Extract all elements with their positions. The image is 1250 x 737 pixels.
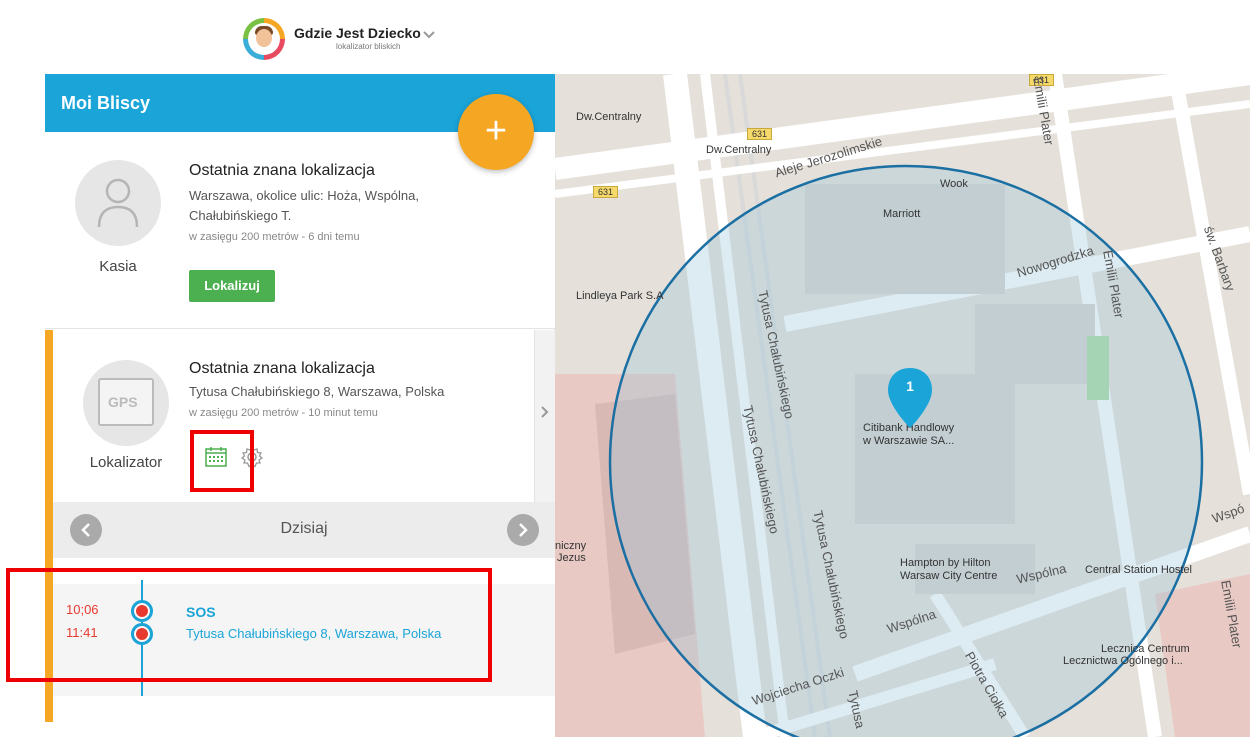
map-label-poi[interactable]: Lindleya Park S.A: [576, 290, 663, 302]
day-label: Dzisiaj: [280, 520, 328, 537]
calendar-highlight-box: [190, 430, 254, 492]
location-address: Tytusa Chałubińskiego 8, Warszawa, Polsk…: [189, 384, 445, 399]
map-view[interactable]: 631 631 631 Dw.Centralny Dw.Centralny Al…: [555, 74, 1250, 737]
map-label-poi[interactable]: Central Station Hostel: [1085, 564, 1192, 576]
contact-name: Lokalizator: [89, 454, 163, 471]
avatar: [75, 160, 161, 246]
card-expand-handle[interactable]: [534, 330, 555, 502]
location-meta: w zasięgu 200 metrów - 10 minut temu: [189, 407, 378, 419]
location-title: Ostatnia znana lokalizacja: [189, 162, 375, 179]
chevron-right-icon: [519, 523, 528, 537]
gps-label: GPS: [108, 394, 138, 410]
map-label-poi[interactable]: niczny: [555, 540, 586, 552]
locate-button[interactable]: Lokalizuj: [189, 270, 275, 302]
location-pin-icon[interactable]: [884, 366, 936, 430]
brand-subtitle: lokalizator bliskich: [336, 42, 401, 51]
road-number-badge: 631: [593, 186, 619, 198]
location-meta: w zasięgu 200 metrów - 6 dni temu: [189, 231, 360, 243]
add-contact-button[interactable]: +: [458, 94, 534, 170]
location-address-line2: Chałubińskiego T.: [189, 208, 292, 223]
logo-face-icon: [248, 23, 280, 55]
map-label-poi[interactable]: w Warszawie SA...: [863, 435, 954, 447]
map-label-poi[interactable]: Hampton by Hilton: [900, 557, 991, 569]
contact-name: Kasia: [99, 258, 137, 275]
app-logo[interactable]: [243, 18, 285, 60]
pin-label: 1: [906, 378, 914, 394]
next-day-button[interactable]: [507, 514, 539, 546]
location-address-line1: Warszawa, okolice ulic: Hoża, Wspólna,: [189, 188, 419, 203]
map-label-poi[interactable]: Wook: [940, 178, 968, 190]
map-label-poi[interactable]: Lecznictwa Ogólnego i...: [1063, 655, 1183, 667]
road-number-badge: 631: [747, 128, 773, 140]
map-label-poi[interactable]: Warsaw City Centre: [900, 570, 997, 582]
user-icon: [97, 178, 139, 228]
day-navigator: Dzisiaj: [53, 502, 555, 558]
chevron-down-icon[interactable]: [422, 27, 436, 41]
map-label-poi[interactable]: Jezus: [557, 552, 586, 564]
avatar: GPS: [83, 360, 169, 446]
gps-device-icon: GPS: [98, 378, 154, 426]
map-label-station[interactable]: Dw.Centralny: [576, 111, 641, 123]
top-bar: Gdzie Jest Dziecko lokalizator bliskich: [0, 0, 1250, 74]
map-label-station[interactable]: Dw.Centralny: [706, 144, 771, 156]
panel-title: Moi Bliscy: [61, 93, 151, 113]
chevron-right-icon: [541, 406, 549, 418]
location-title: Ostatnia znana lokalizacja: [189, 360, 375, 377]
contact-card-body: GPS Lokalizator Ostatnia znana lokalizac…: [53, 330, 534, 502]
map-label-poi[interactable]: Marriott: [883, 208, 920, 220]
brand-name: Gdzie Jest Dziecko: [294, 25, 421, 41]
sos-highlight-box: [6, 568, 492, 682]
map-label-poi[interactable]: Lecznica Centrum: [1101, 643, 1190, 655]
